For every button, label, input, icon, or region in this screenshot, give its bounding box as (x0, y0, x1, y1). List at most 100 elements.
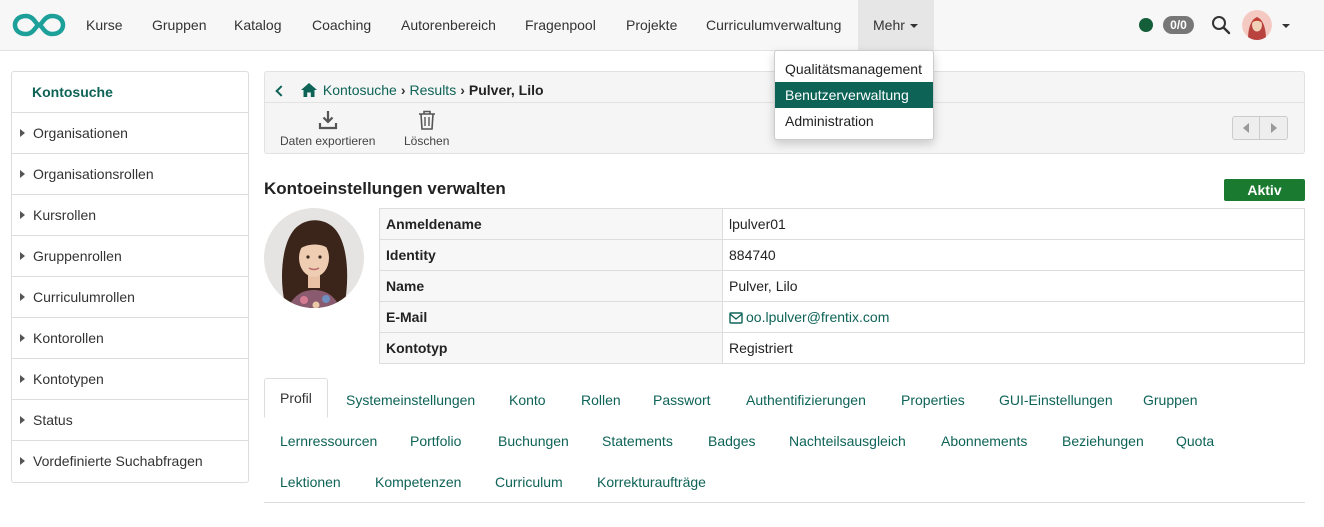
row-value-email: oo.lpulver@frentix.com (722, 301, 1305, 333)
sidebar-item-label: Status (33, 412, 73, 428)
sidebar-item-kontosuche[interactable]: Kontosuche (12, 72, 248, 113)
tab-korrekturauftraege[interactable]: Korrekturaufträge (597, 474, 706, 490)
tab-systemeinstellungen[interactable]: Systemeinstellungen (346, 392, 475, 408)
tab-buchungen[interactable]: Buchungen (498, 433, 569, 449)
breadcrumb-results[interactable]: Results (410, 82, 457, 98)
profile-portrait (264, 208, 364, 308)
envelope-icon (729, 312, 743, 324)
nav-autorenbereich[interactable]: Autorenbereich (386, 0, 511, 50)
triangle-right-icon (1271, 123, 1277, 133)
openolat-logo-icon[interactable] (12, 12, 66, 38)
tab-authentifizierungen[interactable]: Authentifizierungen (746, 392, 866, 408)
sidebar-item-label: Organisationen (33, 125, 128, 141)
sidebar-item-label: Vordefinierte Suchabfragen (33, 453, 203, 469)
online-status-icon[interactable] (1139, 18, 1153, 32)
tab-rollen[interactable]: Rollen (581, 392, 621, 408)
tab-beziehungen[interactable]: Beziehungen (1062, 433, 1144, 449)
tab-passwort[interactable]: Passwort (653, 392, 711, 408)
table-row: Identity 884740 (379, 239, 1305, 271)
sidebar-item-status[interactable]: Status (12, 400, 248, 441)
profile-portrait-image (264, 208, 364, 308)
sidebar-item-curriculumrollen[interactable]: Curriculumrollen (12, 277, 248, 318)
notification-badge[interactable]: 0/0 (1163, 16, 1194, 34)
previous-record-button[interactable] (1233, 117, 1260, 139)
nav-katalog[interactable]: Katalog (219, 0, 296, 50)
row-key: Kontotyp (379, 332, 723, 364)
breadcrumb: Kontosuche › Results › Pulver, Lilo (275, 80, 544, 100)
status-badge[interactable]: Aktiv (1224, 179, 1305, 201)
sidebar-item-label: Curriculumrollen (33, 289, 135, 305)
caret-right-icon (20, 129, 25, 138)
tab-gui-einstellungen[interactable]: GUI-Einstellungen (999, 392, 1113, 408)
nav-coaching[interactable]: Coaching (297, 0, 386, 50)
table-row: Name Pulver, Lilo (379, 270, 1305, 302)
nav-mehr[interactable]: Mehr (858, 0, 934, 50)
caret-right-icon (20, 252, 25, 261)
table-row: Kontotyp Registriert (379, 332, 1305, 364)
sidebar-item-vordefinierte-suchabfragen[interactable]: Vordefinierte Suchabfragen (12, 441, 248, 482)
user-avatar[interactable] (1242, 10, 1272, 40)
table-row: E-Mail oo.lpulver@frentix.com (379, 301, 1305, 333)
nav-kurse[interactable]: Kurse (71, 0, 138, 50)
tab-konto[interactable]: Konto (509, 392, 546, 408)
tab-abonnements[interactable]: Abonnements (941, 433, 1027, 449)
nav-curriculumverwaltung[interactable]: Curriculumverwaltung (691, 0, 856, 50)
record-pager (1232, 116, 1288, 140)
tab-portfolio[interactable]: Portfolio (410, 433, 461, 449)
delete-button[interactable]: Löschen (404, 110, 449, 148)
sidebar-item-organisationen[interactable]: Organisationen (12, 113, 248, 154)
tab-lektionen[interactable]: Lektionen (280, 474, 341, 490)
tab-profil[interactable]: Profil (264, 378, 328, 418)
nav-gruppen[interactable]: Gruppen (137, 0, 221, 50)
caret-right-icon (20, 334, 25, 343)
tab-gruppen[interactable]: Gruppen (1143, 392, 1197, 408)
tab-curriculum[interactable]: Curriculum (495, 474, 563, 490)
sidebar-item-kontorollen[interactable]: Kontorollen (12, 318, 248, 359)
nav-fragenpool[interactable]: Fragenpool (510, 0, 611, 50)
nav-mehr-label: Mehr (873, 17, 905, 33)
sidebar-item-label: Kontorollen (33, 330, 104, 346)
row-key: Identity (379, 239, 723, 271)
trash-icon (418, 110, 435, 130)
tab-kompetenzen[interactable]: Kompetenzen (375, 474, 461, 490)
caret-right-icon (20, 211, 25, 220)
email-link[interactable]: oo.lpulver@frentix.com (746, 309, 889, 325)
export-data-button[interactable]: Daten exportieren (280, 110, 375, 148)
sidebar-item-label: Kontotypen (33, 371, 104, 387)
row-key: E-Mail (379, 301, 723, 333)
back-arrow-icon[interactable] (275, 85, 287, 97)
caret-right-icon (20, 416, 25, 425)
caret-right-icon (20, 293, 25, 302)
tab-badges[interactable]: Badges (708, 433, 755, 449)
row-value: lpulver01 (722, 208, 1305, 240)
tab-quota[interactable]: Quota (1176, 433, 1214, 449)
breadcrumb-kontosuche[interactable]: Kontosuche (323, 82, 397, 98)
menu-item-benutzerverwaltung[interactable]: Benutzerverwaltung (775, 82, 933, 108)
table-row: Anmeldename lpulver01 (379, 208, 1305, 240)
user-menu-caret-icon[interactable] (1282, 24, 1290, 28)
search-icon[interactable] (1211, 15, 1231, 35)
tab-properties[interactable]: Properties (901, 392, 965, 408)
row-value: Registriert (722, 332, 1305, 364)
tab-lernressourcen[interactable]: Lernressourcen (280, 433, 377, 449)
sidebar-item-label: Kursrollen (33, 207, 97, 223)
row-key: Anmeldename (379, 208, 723, 240)
download-icon (318, 111, 337, 130)
sidebar-item-organisationsrollen[interactable]: Organisationsrollen (12, 154, 248, 195)
caret-right-icon (20, 457, 25, 466)
next-record-button[interactable] (1260, 117, 1287, 139)
menu-item-qualitaetsmanagement[interactable]: Qualitätsmanagement (775, 56, 933, 82)
tab-nachteilsausgleich[interactable]: Nachteilsausgleich (789, 433, 906, 449)
tabs-divider (264, 502, 1305, 503)
sidebar-item-kursrollen[interactable]: Kursrollen (12, 195, 248, 236)
mehr-dropdown-menu: Qualitätsmanagement Benutzerverwaltung A… (774, 50, 934, 140)
sidebar-item-kontotypen[interactable]: Kontotypen (12, 359, 248, 400)
menu-item-administration[interactable]: Administration (775, 108, 933, 134)
delete-label: Löschen (404, 134, 450, 148)
sidebar-item-gruppenrollen[interactable]: Gruppenrollen (12, 236, 248, 277)
nav-projekte[interactable]: Projekte (611, 0, 692, 50)
row-value: Pulver, Lilo (722, 270, 1305, 302)
account-info-table: Anmeldename lpulver01 Identity 884740 Na… (379, 208, 1305, 364)
row-key: Name (379, 270, 723, 302)
tab-statements[interactable]: Statements (602, 433, 673, 449)
